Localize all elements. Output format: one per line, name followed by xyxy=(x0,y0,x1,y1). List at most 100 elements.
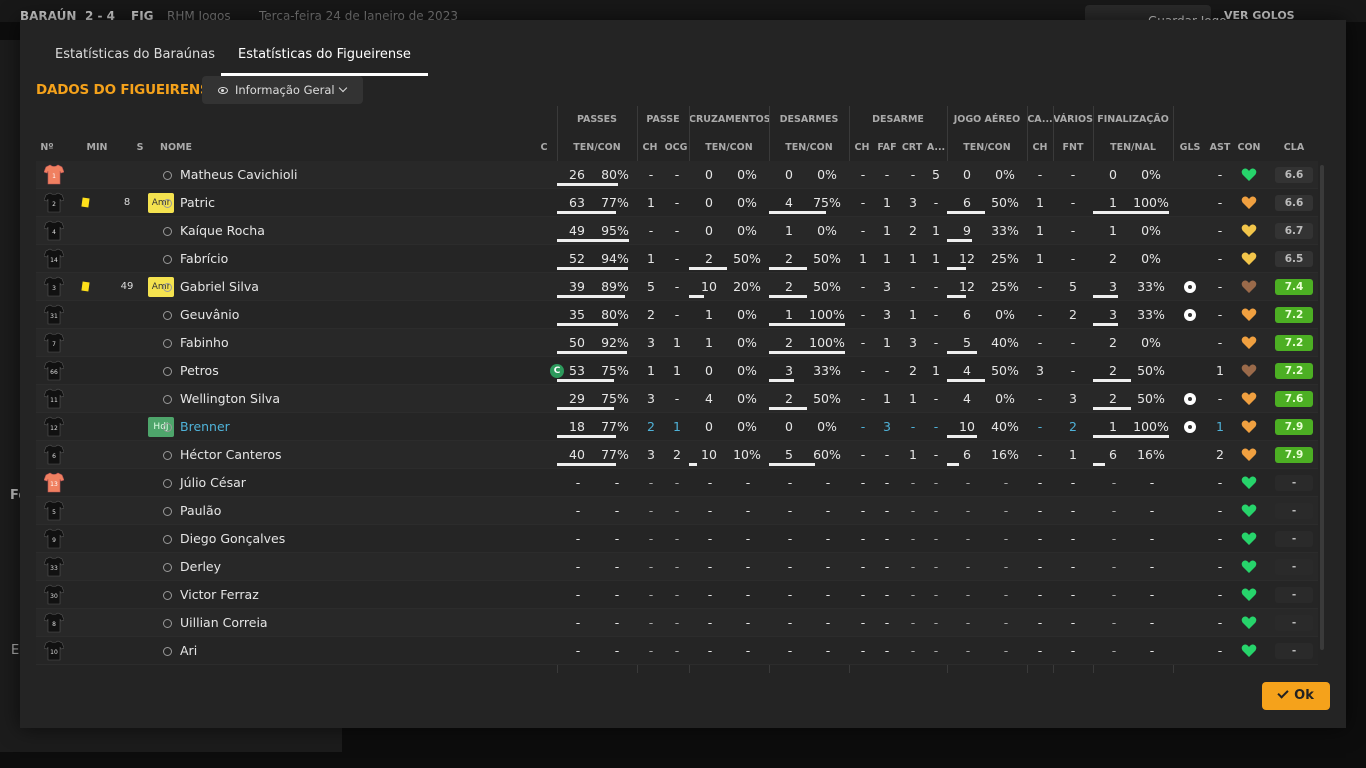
col-passe-ocg[interactable]: OCG xyxy=(663,136,689,160)
scrollbar[interactable] xyxy=(1320,165,1324,650)
passes-bar xyxy=(557,435,616,438)
empty-cell: - xyxy=(1070,643,1076,658)
empty-cell: - xyxy=(648,615,654,630)
player-name[interactable]: Fabinho xyxy=(163,329,523,357)
player-name[interactable]: Victor Ferraz xyxy=(163,581,523,609)
empty-cell: - xyxy=(1149,475,1155,490)
table-row[interactable]: 10 Ari - - - - - - - - - - - - - - - - - - - - xyxy=(36,637,1318,665)
player-name[interactable]: Matheus Cavichioli xyxy=(163,161,523,189)
col-gls[interactable]: GLS xyxy=(1175,136,1205,160)
table-row[interactable]: 31 Geuvânio 35 80% 2-1 0% 1 100% -3 1-6 0% -2 3 33% -7… xyxy=(36,301,1318,329)
col-ast[interactable]: AST xyxy=(1206,136,1234,160)
player-name[interactable]: Kaíque Rocha xyxy=(163,217,523,245)
empty-cell: - xyxy=(614,475,620,490)
table-row[interactable]: 3 49 Amr Gabriel Silva 39 89% 5-10 20% 2 50% -3- -1… xyxy=(36,273,1318,301)
col-num[interactable]: Nº xyxy=(36,136,58,160)
table-row[interactable]: 7 Fabinho 50 92% 3 1 1 0% 2 100% -1 3-5 40% - -2 0% -7.2 xyxy=(36,329,1318,357)
empty-cell: - xyxy=(707,587,713,602)
player-name[interactable]: Derley xyxy=(163,553,523,581)
des-faf: 1 xyxy=(883,195,891,210)
var-fnt: - xyxy=(1070,363,1076,378)
player-name[interactable]: Brenner xyxy=(163,413,523,441)
col-c[interactable]: C xyxy=(536,136,552,160)
condition-heart-icon xyxy=(1241,252,1257,266)
person-icon xyxy=(163,395,172,404)
table-row[interactable]: 33 Derley - - - - - - - - - - - - - - - - - - - - xyxy=(36,553,1318,581)
col-ca-ch[interactable]: CH xyxy=(1027,136,1053,160)
empty-cell: - xyxy=(787,531,793,546)
col-aereo[interactable]: TEN/CON xyxy=(947,136,1027,160)
sub-minute: 49 xyxy=(120,281,134,292)
cruz-pct: 0% xyxy=(737,167,757,182)
table-row[interactable]: 8 Uillian Correia - - - - - - - - - - - - - - - - - - - - xyxy=(36,609,1318,637)
col-des-ch[interactable]: CH xyxy=(849,136,875,160)
col-des-faf[interactable]: FAF xyxy=(875,136,899,160)
empty-cell: - xyxy=(1111,475,1117,490)
table-row[interactable]: 6 Héctor Canteros 40 77% 3 2 10 10% 5 60% - -1-6 16%… xyxy=(36,441,1318,469)
col-con[interactable]: CON xyxy=(1234,136,1264,160)
player-name[interactable]: Ari xyxy=(163,637,523,665)
player-name[interactable]: Diego Gonçalves xyxy=(163,525,523,553)
table-row[interactable]: 1 Matheus Cavichioli 26 80% - -0 0% 0 0% - - -5 0 0% -… xyxy=(36,161,1318,189)
col-cruz[interactable]: TEN/CON xyxy=(689,136,769,160)
player-name[interactable]: Wellington Silva xyxy=(163,385,523,413)
player-name[interactable]: Gabriel Silva xyxy=(163,273,523,301)
des-ch: 1 xyxy=(859,251,867,266)
col-min[interactable]: MIN xyxy=(82,136,112,160)
table-row[interactable]: 66 Petros C 53 75% 1 1 0 0% 3 33% - -2 1 4 50% 3-2 50% 1 7.… xyxy=(36,357,1318,385)
table-row[interactable]: 5 Paulão - - - - - - - - - - - - - - - - - - - - xyxy=(36,497,1318,525)
yellow-card-icon xyxy=(81,197,90,208)
cruz-pct: 0% xyxy=(737,391,757,406)
sub-minute: 8 xyxy=(123,197,131,208)
col-s[interactable]: S xyxy=(130,136,150,160)
cruz-pct: 0% xyxy=(737,195,757,210)
table-row[interactable]: 2 8 Amr Patric 63 77% 1-0 0% 4 75% -1 3-6 50% 1-1 100%… xyxy=(36,189,1318,217)
table-row[interactable]: 4 Kaíque Rocha 49 95% - -0 0% 1 0% -1 2 1 9 33% 1-1 0% -… xyxy=(36,217,1318,245)
empty-cell: - xyxy=(884,475,890,490)
player-name[interactable]: Geuvânio xyxy=(163,301,523,329)
col-var-fnt[interactable]: FNT xyxy=(1053,136,1093,160)
tab-figueirense-stats[interactable]: Estatísticas do Figueirense xyxy=(221,20,428,76)
col-cla[interactable]: CLA xyxy=(1275,136,1313,160)
empty-cell: - xyxy=(575,643,581,658)
des-faf: 3 xyxy=(883,279,891,294)
table-row[interactable]: 30 Victor Ferraz - - - - - - - - - - - - - - - - - - - - xyxy=(36,581,1318,609)
player-name[interactable]: Patric xyxy=(163,189,523,217)
empty-cell: - xyxy=(787,503,793,518)
empty-cell: - xyxy=(674,615,680,630)
player-name[interactable]: Fabrício xyxy=(163,245,523,273)
goal-ball-icon xyxy=(1184,309,1196,321)
empty-cell: - xyxy=(648,475,654,490)
table-row[interactable]: 12 HdJ Brenner 18 77% 2 1 0 0% 0 0% -3- -10 40% -2 1 100… xyxy=(36,413,1318,441)
aereo-bar xyxy=(947,239,972,242)
aereo-attempts: 6 xyxy=(963,307,971,322)
tab-barauna-stats[interactable]: Estatísticas do Baraúnas xyxy=(38,20,232,76)
col-final[interactable]: TEN/NAL xyxy=(1093,136,1173,160)
player-name[interactable]: Júlio César xyxy=(163,469,523,497)
table-row[interactable]: 13 Júlio César - - - - - - - - - - - - - - - - - - - - xyxy=(36,469,1318,497)
person-icon xyxy=(163,647,172,656)
col-des-a[interactable]: A... xyxy=(925,136,947,160)
table-row[interactable]: 14 Fabrício 52 94% 1-2 50% 2 50% 1 1 1 1 12 25% 1-2 0% -… xyxy=(36,245,1318,273)
table-row[interactable]: 11 Wellington Silva 29 75% 3-4 0% 2 50% -1 1-4 0% -… xyxy=(36,385,1318,413)
col-name[interactable]: NOME xyxy=(160,136,200,160)
condition-heart-icon xyxy=(1241,644,1257,658)
col-des-crt[interactable]: CRT xyxy=(899,136,925,160)
des-faf: 1 xyxy=(883,335,891,350)
player-name[interactable]: Paulão xyxy=(163,497,523,525)
view-dropdown[interactable]: Informação Geral xyxy=(202,76,363,104)
player-name[interactable]: Héctor Canteros xyxy=(163,441,523,469)
col-passes[interactable]: TEN/CON xyxy=(557,136,637,160)
col-passe-ch[interactable]: CH xyxy=(637,136,663,160)
passes-bar xyxy=(557,239,629,242)
player-name[interactable]: Uillian Correia xyxy=(163,609,523,637)
player-name[interactable]: Petros xyxy=(163,357,523,385)
shirt-icon: 4 xyxy=(44,220,64,241)
ok-button[interactable]: Ok xyxy=(1262,682,1330,710)
table-row[interactable]: 9 Diego Gonçalves - - - - - - - - - - - - - - - - - - - - xyxy=(36,525,1318,553)
cruz-attempts: 0 xyxy=(705,167,713,182)
aereo-pct: 50% xyxy=(991,363,1019,378)
desarmes-pct: 50% xyxy=(813,391,841,406)
col-desarmes[interactable]: TEN/CON xyxy=(769,136,849,160)
shirt-number: 9 xyxy=(52,537,56,544)
